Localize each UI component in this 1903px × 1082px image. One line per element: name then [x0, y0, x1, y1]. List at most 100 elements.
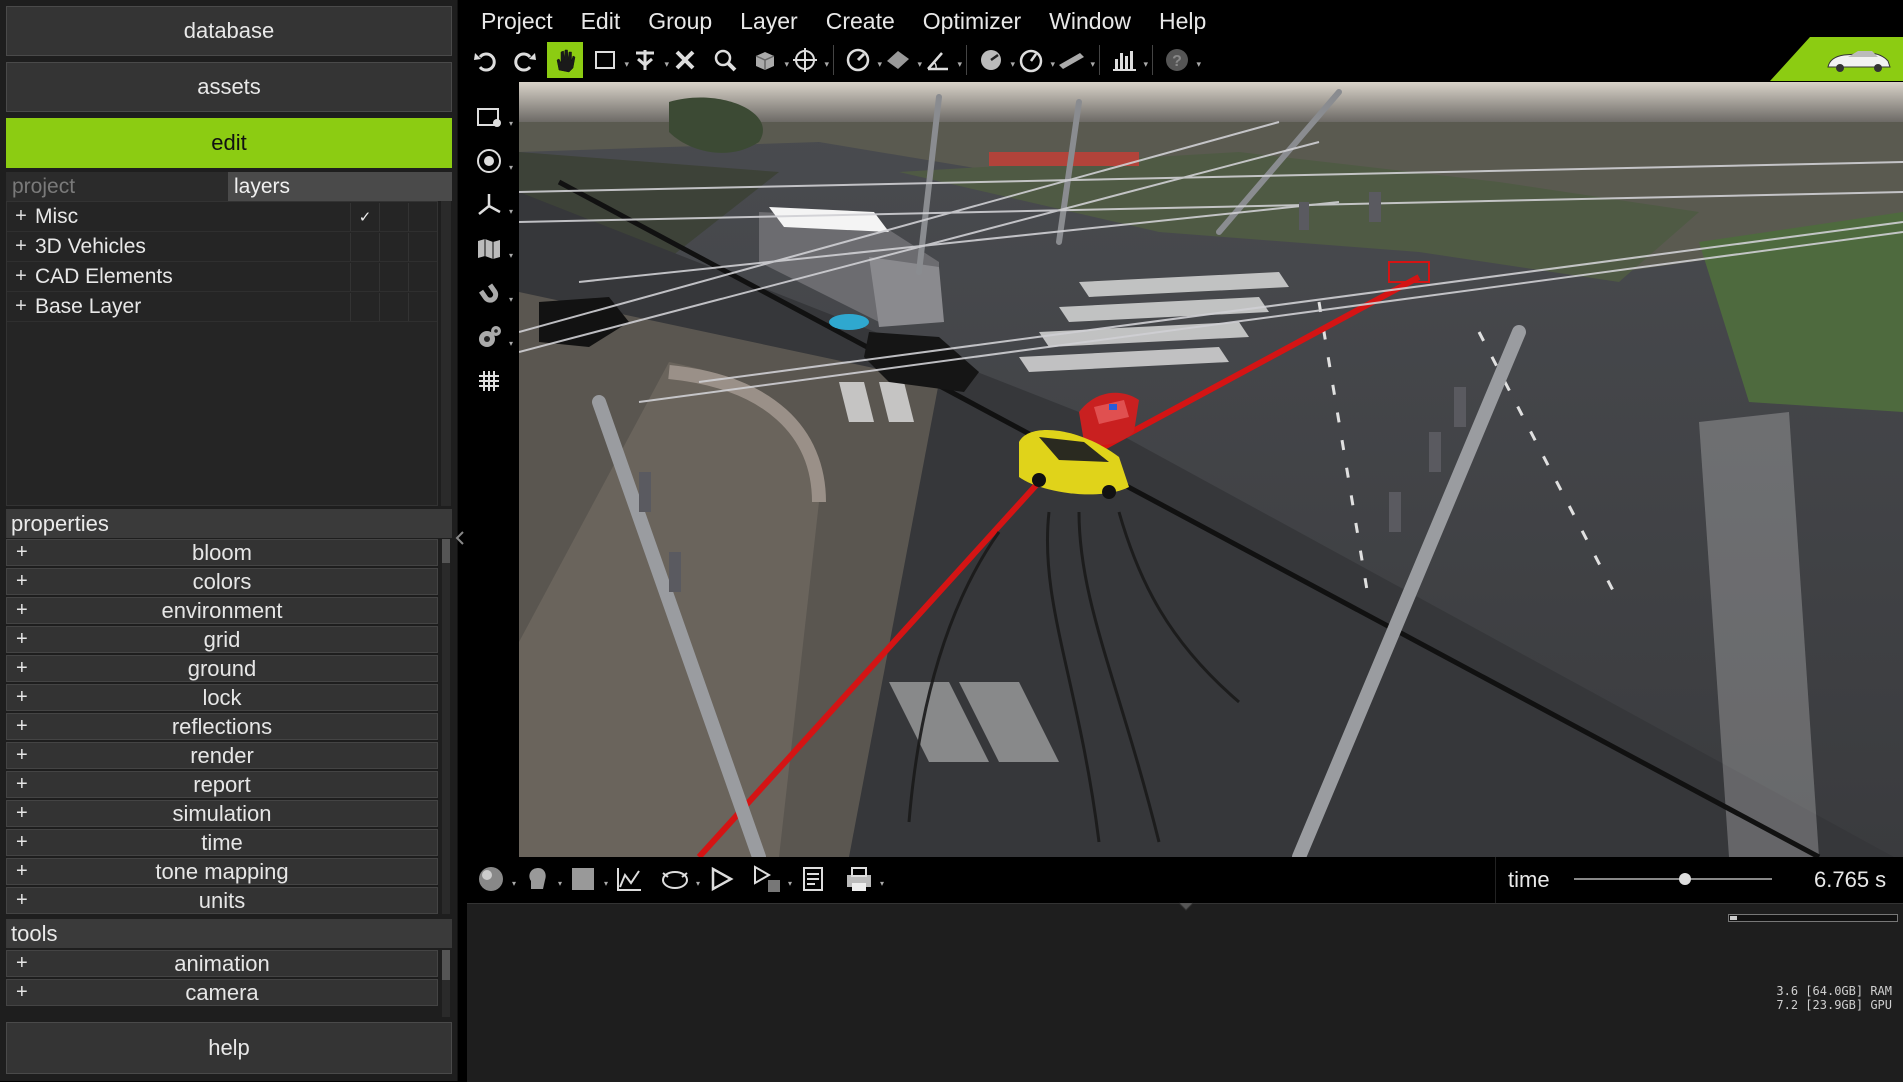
3d-viewport[interactable] [519, 82, 1903, 857]
material-sphere-icon[interactable]: ▾ [474, 862, 516, 896]
layer-row[interactable]: + Misc ✓ [7, 202, 437, 232]
gauge-icon[interactable]: ▾ [973, 42, 1015, 78]
grid-icon[interactable] [472, 364, 506, 398]
redo-icon[interactable] [507, 42, 543, 78]
layer-visibility-toggle[interactable]: ✓ [350, 202, 379, 231]
tool-camera[interactable]: + camera [6, 979, 438, 1006]
graph-icon[interactable] [612, 862, 646, 896]
help-icon[interactable]: ? ▾ [1159, 42, 1201, 78]
camera-frame-icon[interactable]: ▾ [472, 100, 513, 134]
bar-chart-icon[interactable]: ▾ [1106, 42, 1148, 78]
menu-help[interactable]: Help [1145, 0, 1220, 40]
expand-icon[interactable]: + [16, 541, 28, 564]
database-button[interactable]: database [6, 6, 452, 56]
shading-square-icon[interactable]: ▾ [566, 862, 608, 896]
property-environment[interactable]: + environment [6, 597, 438, 624]
layer-visibility-toggle[interactable] [350, 292, 379, 321]
assets-button[interactable]: assets [6, 62, 452, 112]
ruler-icon[interactable]: ▾ [1053, 42, 1095, 78]
zoom-icon[interactable] [707, 42, 743, 78]
expand-icon[interactable]: + [16, 952, 28, 975]
properties-scrollbar[interactable] [442, 539, 450, 914]
pan-hand-icon[interactable] [547, 42, 583, 78]
expand-icon[interactable]: + [16, 889, 28, 912]
time-slider-handle[interactable] [1678, 873, 1691, 885]
orbit-icon[interactable]: ▾ [472, 144, 513, 178]
menu-window[interactable]: Window [1035, 0, 1145, 40]
expand-icon[interactable]: + [16, 773, 28, 796]
expand-icon[interactable]: + [16, 599, 28, 622]
play-icon[interactable] [704, 862, 738, 896]
expand-icon[interactable]: + [16, 802, 28, 825]
report-icon[interactable] [796, 862, 830, 896]
axes-icon[interactable]: ▾ [472, 188, 513, 222]
layer-lock-toggle[interactable] [379, 202, 408, 231]
property-reflections[interactable]: + reflections [6, 713, 438, 740]
layer-visibility-toggle[interactable] [350, 262, 379, 291]
expand-icon[interactable]: + [7, 295, 35, 318]
expand-icon[interactable]: + [16, 831, 28, 854]
layers-scrollbar[interactable] [441, 201, 451, 506]
panel-resize-icon[interactable] [1176, 900, 1196, 912]
property-simulation[interactable]: + simulation [6, 800, 438, 827]
property-tone-mapping[interactable]: + tone mapping [6, 858, 438, 885]
layer-lock-toggle[interactable] [379, 262, 408, 291]
layer-row[interactable]: +3D Vehicles [7, 232, 437, 262]
layer-lock-toggle[interactable] [379, 232, 408, 261]
menu-edit[interactable]: Edit [567, 0, 635, 40]
menu-optimizer[interactable]: Optimizer [909, 0, 1035, 40]
menu-layer[interactable]: Layer [726, 0, 812, 40]
delete-icon[interactable] [667, 42, 703, 78]
expand-icon[interactable]: + [7, 235, 35, 258]
cube-icon[interactable]: ▾ [747, 42, 789, 78]
expand-icon[interactable]: + [16, 860, 28, 883]
layer-row[interactable]: + CAD Elements [7, 262, 437, 292]
property-report[interactable]: + report [6, 771, 438, 798]
play-settings-icon[interactable]: ▾ [750, 862, 792, 896]
layer-option-toggle[interactable] [408, 292, 437, 321]
property-lock[interactable]: + lock [6, 684, 438, 711]
layer-visibility-toggle[interactable] [350, 232, 379, 261]
time-slider[interactable] [1574, 873, 1772, 885]
expand-icon[interactable]: + [16, 628, 28, 651]
menu-create[interactable]: Create [812, 0, 909, 40]
layer-option-toggle[interactable] [408, 262, 437, 291]
property-grid[interactable]: + grid [6, 626, 438, 653]
layer-option-toggle[interactable] [408, 232, 437, 261]
surface-icon[interactable]: ▾ [880, 42, 922, 78]
property-time[interactable]: + time [6, 829, 438, 856]
measure-icon[interactable]: ▾ [840, 42, 882, 78]
property-render[interactable]: + render [6, 742, 438, 769]
menu-project[interactable]: Project [467, 0, 567, 40]
map-icon[interactable]: ▾ [472, 232, 513, 266]
vehicle-dynamics-icon[interactable]: ▾ [658, 862, 700, 896]
settings-gear-icon[interactable]: ▾ [472, 320, 513, 354]
property-units[interactable]: + units [6, 887, 438, 914]
property-bloom[interactable]: + bloom [6, 539, 438, 566]
menu-group[interactable]: Group [634, 0, 726, 40]
undo-icon[interactable] [467, 42, 503, 78]
expand-icon[interactable]: + [16, 570, 28, 593]
help-button[interactable]: help [6, 1022, 452, 1074]
angle-icon[interactable]: ▾ [920, 42, 962, 78]
expand-icon[interactable]: + [16, 744, 28, 767]
expand-icon[interactable]: + [16, 715, 28, 738]
speed-icon[interactable]: ▾ [1013, 42, 1055, 78]
property-ground[interactable]: + ground [6, 655, 438, 682]
expand-icon[interactable]: + [16, 981, 28, 1004]
expand-icon[interactable]: + [7, 205, 35, 228]
multi-select-icon[interactable]: ▾ [627, 42, 669, 78]
tab-project[interactable]: project [6, 172, 228, 201]
expand-icon[interactable]: + [16, 657, 28, 680]
select-box-icon[interactable]: ▾ [587, 42, 629, 78]
tool-animation[interactable]: + animation [6, 950, 438, 977]
property-colors[interactable]: + colors [6, 568, 438, 595]
tab-layers[interactable]: layers [228, 172, 452, 201]
magnet-icon[interactable]: ▾ [472, 276, 513, 310]
head-icon[interactable]: ▾ [520, 862, 562, 896]
layer-option-toggle[interactable] [408, 202, 437, 231]
layer-row[interactable]: + Base Layer [7, 292, 437, 322]
print-icon[interactable]: ▾ [842, 862, 884, 896]
move-icon[interactable]: ▾ [787, 42, 829, 78]
expand-icon[interactable]: + [7, 265, 35, 288]
